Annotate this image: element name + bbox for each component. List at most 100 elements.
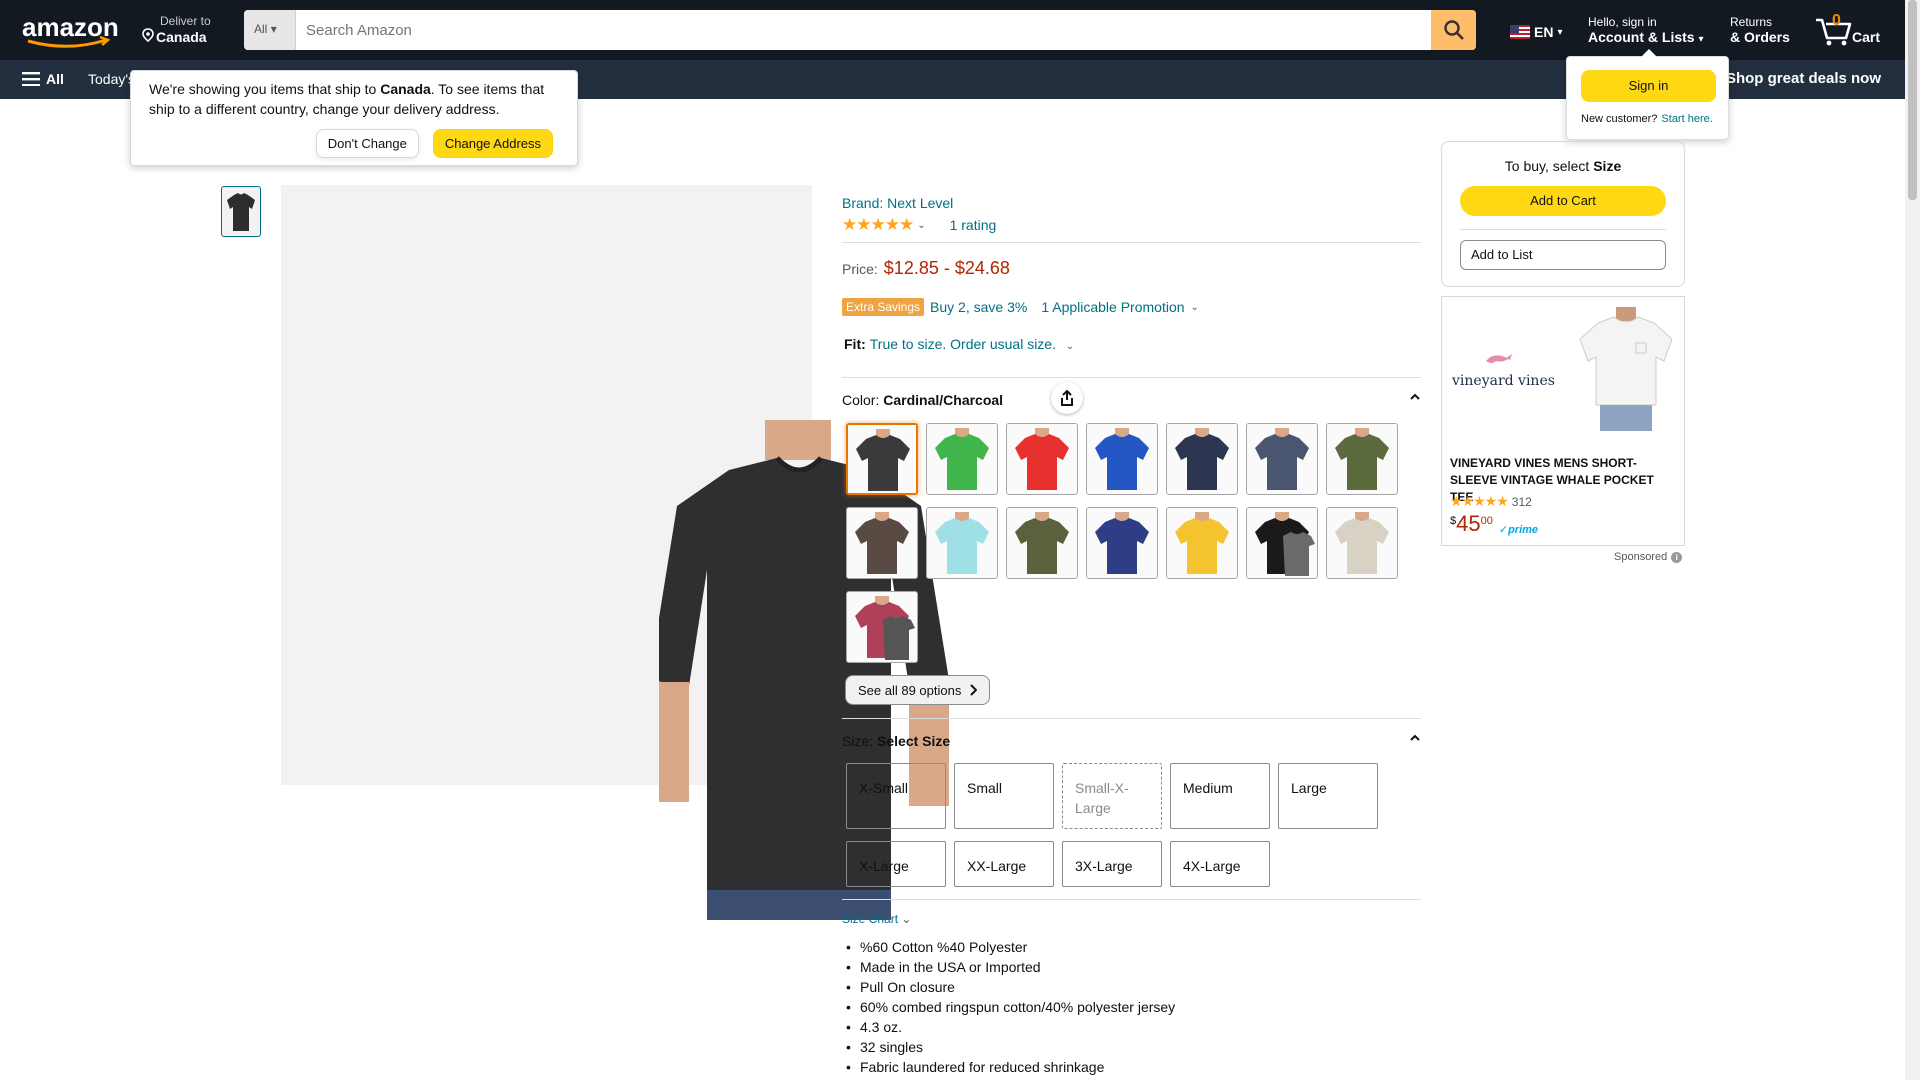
feature-bullet: %60 Cotton %40 Polyester: [842, 937, 1175, 957]
size-option-x-large[interactable]: X-Large: [846, 841, 946, 887]
see-all-options-button[interactable]: See all 89 options: [845, 675, 991, 705]
scrollbar-thumb[interactable]: [1908, 0, 1917, 200]
feature-bullet: 32 singles: [842, 1037, 1175, 1057]
divider: [842, 899, 1421, 900]
color-swatch[interactable]: [1166, 507, 1238, 579]
us-flag-icon: [1510, 25, 1530, 39]
size-option-3x-large[interactable]: 3X-Large: [1062, 841, 1162, 887]
add-to-list-button[interactable]: Add to List: [1460, 240, 1666, 270]
caret-down-icon: ▾: [1698, 34, 1704, 45]
returns-orders[interactable]: Returns & Orders: [1730, 15, 1790, 45]
color-swatch[interactable]: [1006, 507, 1078, 579]
language-selector[interactable]: EN ▾: [1510, 24, 1562, 40]
color-swatch[interactable]: [846, 423, 918, 495]
account-lists[interactable]: Hello, sign in Account & Lists ▾: [1588, 15, 1704, 45]
cart-label: Cart: [1852, 29, 1881, 45]
size-selector-header[interactable]: Size: Select Size: [842, 733, 1422, 749]
search-category-select[interactable]: All ▾: [244, 10, 296, 50]
applicable-promotion-link[interactable]: 1 Applicable Promotion: [1041, 299, 1184, 315]
chevron-down-icon[interactable]: ⌄: [917, 220, 925, 231]
size-option-small-x-large[interactable]: Small-X-Large: [1062, 763, 1162, 829]
vineyard-vines-logo: vineyard vines: [1450, 353, 1560, 393]
product-main-image[interactable]: [281, 185, 1083, 920]
dont-change-button[interactable]: Don't Change: [315, 129, 419, 158]
vertical-scrollbar[interactable]: [1905, 0, 1920, 1080]
color-swatch[interactable]: [926, 423, 998, 495]
color-swatch[interactable]: [1326, 423, 1398, 495]
fit-link[interactable]: True to size. Order usual size.: [870, 336, 1056, 352]
cart-count: 0: [1832, 12, 1841, 29]
cart[interactable]: 0 Cart: [1812, 12, 1882, 48]
chevron-down-icon[interactable]: ⌄: [1191, 302, 1199, 313]
color-swatch[interactable]: [1086, 423, 1158, 495]
deliver-label: Deliver to: [160, 14, 211, 28]
selected-color: Cardinal/Charcoal: [883, 392, 1004, 408]
color-swatch[interactable]: [1246, 423, 1318, 495]
feature-bullet: 4.3 oz.: [842, 1017, 1175, 1037]
price-row: Price: $12.85 - $24.68: [842, 258, 1010, 278]
buy-box-title: To buy, select Size: [1504, 158, 1622, 174]
divider: [1460, 229, 1666, 230]
size-option-small[interactable]: Small: [954, 763, 1054, 829]
color-swatch[interactable]: [1086, 507, 1158, 579]
color-swatch[interactable]: [1246, 507, 1318, 579]
signin-popover: Sign in New customer? Start here.: [1566, 49, 1729, 140]
sign-in-button[interactable]: Sign in: [1581, 70, 1716, 102]
size-chart-link[interactable]: Size Chart ⌄: [842, 912, 911, 926]
chevron-right-icon: [970, 684, 978, 696]
rating-count-link[interactable]: 1 rating: [950, 217, 997, 233]
promo-text[interactable]: Buy 2, save 3%: [930, 299, 1027, 315]
caret-down-icon: ▾: [1557, 26, 1563, 38]
size-option-4x-large[interactable]: 4X-Large: [1170, 841, 1270, 887]
chevron-up-icon[interactable]: [1408, 731, 1422, 748]
add-to-cart-button[interactable]: Add to Cart: [1460, 186, 1666, 216]
rating-row: ★★★★★ ⌄ 1 rating: [842, 215, 996, 235]
chevron-up-icon[interactable]: [1408, 390, 1422, 407]
divider: [842, 718, 1421, 719]
fit-row: Fit: True to size. Order usual size. ⌄: [844, 336, 1075, 352]
start-here-link[interactable]: Start here.: [1661, 113, 1712, 125]
brand-link[interactable]: Brand: Next Level: [842, 195, 953, 211]
shop-deals-link[interactable]: Shop great deals now: [1726, 70, 1881, 87]
size-option-xx-large[interactable]: XX-Large: [954, 841, 1054, 887]
caret-down-icon: ▾: [270, 22, 277, 36]
change-address-button[interactable]: Change Address: [432, 129, 553, 158]
sponsored-ad[interactable]: vineyard vines VINEYARD VINES MENS SHORT…: [1441, 296, 1685, 546]
info-icon: i: [1671, 551, 1683, 563]
sponsored-label[interactable]: Sponsored i: [1614, 551, 1683, 563]
deliver-to[interactable]: Deliver to Canada: [142, 14, 211, 45]
selected-size: Select Size: [877, 733, 951, 749]
feature-bullets: %60 Cotton %40 Polyester Made in the USA…: [842, 937, 1175, 1077]
ad-price: $45 00 ✓prime: [1450, 511, 1539, 536]
size-option-x-small[interactable]: X-Small: [846, 763, 946, 829]
size-option-large[interactable]: Large: [1278, 763, 1378, 829]
color-swatch[interactable]: [1166, 423, 1238, 495]
all-menu-button[interactable]: All: [22, 71, 64, 87]
ship-to-message: We're showing you items that ship to Can…: [149, 81, 545, 117]
prime-badge: ✓prime: [1498, 524, 1539, 536]
top-nav-bar: amazon Deliver to Canada All ▾ EN▾ Hello…: [0, 0, 1905, 60]
ship-to-popover: We're showing you items that ship to Can…: [130, 70, 578, 166]
color-swatch[interactable]: [1326, 507, 1398, 579]
color-swatch[interactable]: [846, 507, 918, 579]
color-selector-header[interactable]: Color: Cardinal/Charcoal: [842, 392, 1422, 408]
search-button[interactable]: [1431, 10, 1476, 50]
search-input[interactable]: [296, 10, 1424, 50]
ad-product-image: [1576, 307, 1676, 432]
todays-deals-link[interactable]: Today's: [88, 71, 135, 87]
price-range: $12.85 - $24.68: [883, 258, 1010, 278]
color-swatch[interactable]: [1006, 423, 1078, 495]
buy-box: To buy, select Size Add to Cart Add to L…: [1441, 141, 1685, 287]
amazon-logo[interactable]: amazon: [20, 12, 120, 50]
star-rating-icon[interactable]: ★★★★★: [842, 215, 914, 235]
divider: [842, 377, 1421, 378]
search-icon: [1443, 20, 1464, 40]
size-option-medium[interactable]: Medium: [1170, 763, 1270, 829]
deliver-country: Canada: [142, 28, 211, 45]
color-swatch[interactable]: [926, 507, 998, 579]
chevron-down-icon[interactable]: ⌄: [1066, 341, 1074, 352]
feature-bullet: Pull On closure: [842, 977, 1175, 997]
star-rating-icon: ★★★★★: [1450, 493, 1509, 509]
color-swatch[interactable]: [846, 591, 918, 663]
image-thumbnail[interactable]: [221, 186, 261, 237]
